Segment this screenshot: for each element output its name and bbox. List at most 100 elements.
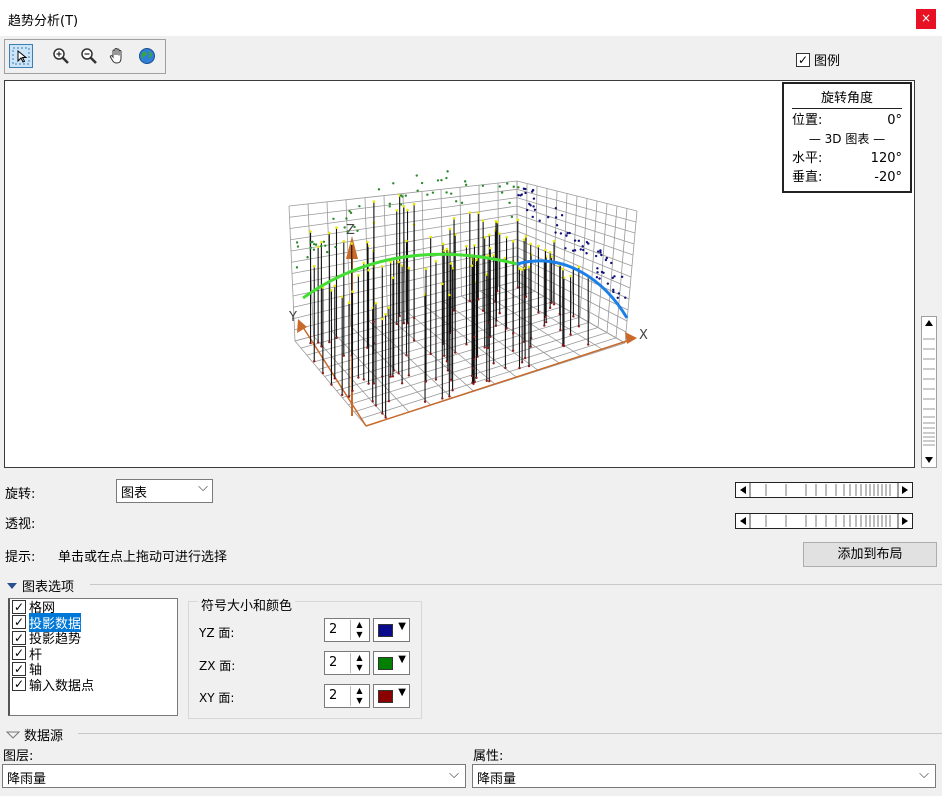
input-data-point bbox=[448, 293, 451, 297]
input-data-point bbox=[342, 240, 346, 243]
input-data-point bbox=[389, 260, 392, 264]
xz-projected-point bbox=[531, 188, 535, 192]
horizontal-rotation-scrollbar[interactable] bbox=[735, 482, 913, 498]
attribute-select[interactable]: 降雨量 ⌵ bbox=[472, 764, 936, 788]
zoom-in-button[interactable] bbox=[49, 44, 73, 68]
input-data-point bbox=[518, 267, 521, 270]
xy-projected-point bbox=[498, 311, 501, 315]
yz-color-picker[interactable]: ▼ bbox=[373, 618, 410, 642]
yz-projected-point bbox=[377, 188, 381, 191]
xy-projected-point bbox=[451, 389, 454, 392]
yz-projected-point bbox=[332, 217, 335, 221]
graph-options-list[interactable]: ✓ 格网 ✓ 投影数据 ✓ 投影趋势 ✓ 杆 ✓ 轴 ✓ 输入数据点 bbox=[8, 598, 178, 716]
input-data-point bbox=[381, 317, 384, 321]
zx-color-picker[interactable]: ▼ bbox=[373, 651, 410, 675]
xy-projected-point bbox=[524, 295, 528, 298]
vertical-rotation-scrollbar[interactable] bbox=[921, 316, 937, 468]
toolbar bbox=[4, 39, 166, 74]
zoom-out-button[interactable] bbox=[77, 44, 101, 68]
dropdown-arrow-icon: ▼ bbox=[398, 687, 406, 698]
data-source-header[interactable]: 数据源 bbox=[6, 725, 63, 744]
xz-projected-point bbox=[582, 248, 585, 252]
list-item[interactable]: ✓ 输入数据点 bbox=[10, 677, 177, 694]
select-tool-button[interactable] bbox=[9, 44, 33, 68]
xz-projected-point bbox=[532, 197, 536, 200]
xz-projected-point bbox=[613, 275, 616, 278]
yz-projected-point bbox=[436, 179, 440, 182]
legend-checkbox[interactable]: ✓ bbox=[796, 52, 810, 67]
graph-3d-separator: — 3D 图表 — bbox=[808, 132, 886, 146]
xz-projected-point bbox=[616, 296, 619, 300]
yz-projected-point bbox=[309, 246, 312, 250]
perspective-scrollbar[interactable] bbox=[735, 513, 913, 529]
spin-arrows-icon[interactable]: ▲ ▼ bbox=[350, 686, 368, 706]
yz-size-stepper[interactable]: 2 ▲ ▼ bbox=[324, 618, 370, 642]
yz-projected-point bbox=[334, 245, 337, 249]
xz-projected-point bbox=[617, 292, 621, 295]
yz-projected-point bbox=[454, 200, 458, 203]
input-data-point bbox=[488, 233, 491, 237]
layer-select[interactable]: 降雨量 ⌵ bbox=[2, 764, 466, 788]
y-axis-label: Y bbox=[288, 310, 297, 325]
input-data-point bbox=[367, 268, 370, 272]
xy-projected-point bbox=[397, 372, 400, 375]
yz-projected-point bbox=[399, 203, 403, 206]
xz-projected-point bbox=[585, 240, 589, 244]
full-extent-button[interactable] bbox=[135, 44, 159, 68]
wall-grid-line bbox=[516, 222, 633, 267]
graph-options-header[interactable]: 图表选项 bbox=[6, 576, 74, 595]
input-data-point bbox=[335, 226, 338, 229]
yz-projected-point bbox=[431, 191, 435, 194]
xy-projected-point bbox=[505, 327, 508, 330]
rotate-target-select[interactable]: 图表 ⌵ bbox=[116, 479, 213, 503]
xz-projected-point bbox=[600, 253, 603, 257]
input-data-point bbox=[380, 265, 384, 268]
xy-projected-point bbox=[548, 306, 552, 310]
input-data-point bbox=[473, 243, 476, 247]
yz-projected-point bbox=[345, 217, 348, 220]
xz-projected-point bbox=[610, 261, 613, 265]
xy-projected-point bbox=[572, 315, 575, 318]
input-data-point bbox=[320, 240, 323, 244]
yz-projected-point bbox=[440, 178, 443, 182]
input-data-point bbox=[362, 261, 366, 265]
spin-arrows-icon[interactable]: ▲ ▼ bbox=[350, 653, 368, 673]
xz-projected-point bbox=[533, 208, 537, 212]
close-button[interactable]: × bbox=[916, 9, 936, 29]
input-data-point bbox=[498, 232, 502, 235]
trend-3d-plot[interactable]: XYZ bbox=[5, 81, 914, 467]
xz-projected-point bbox=[525, 208, 529, 212]
yz-projected-point bbox=[295, 266, 299, 269]
xy-color-picker[interactable]: ▼ bbox=[373, 684, 410, 708]
xy-projected-point bbox=[328, 340, 331, 344]
trend-plot-canvas[interactable]: XYZ 旋转角度 位置: 0° — 3D 图表 — 水平: 120° 垂直: -… bbox=[4, 80, 915, 468]
input-data-point bbox=[312, 265, 316, 268]
input-data-point bbox=[384, 312, 387, 316]
xy-projected-point bbox=[543, 324, 546, 327]
pan-button[interactable] bbox=[105, 44, 129, 68]
legend-toggle[interactable]: ✓ 图例 bbox=[796, 50, 840, 69]
position-label: 位置: bbox=[792, 113, 823, 128]
xy-projected-point bbox=[577, 325, 581, 328]
yz-projected-point bbox=[498, 185, 502, 188]
spin-arrows-icon[interactable]: ▲ ▼ bbox=[350, 620, 368, 640]
xy-projected-point bbox=[424, 380, 428, 383]
attribute-label: 属性: bbox=[473, 749, 504, 764]
xz-projected-point bbox=[573, 249, 577, 252]
xz-projected-point bbox=[585, 251, 588, 255]
yz-projected-point bbox=[295, 241, 299, 244]
input-data-point bbox=[520, 268, 524, 271]
xz-projected-point bbox=[554, 216, 558, 219]
xy-projected-point bbox=[316, 341, 320, 344]
input-data-point bbox=[465, 244, 468, 248]
zx-size-stepper[interactable]: 2 ▲ ▼ bbox=[324, 651, 370, 675]
input-data-point bbox=[494, 219, 498, 223]
yz-projected-point bbox=[343, 226, 346, 229]
xz-projected-point bbox=[559, 232, 563, 235]
input-data-point bbox=[400, 264, 404, 267]
select-arrow-icon bbox=[12, 47, 30, 65]
add-to-layout-button[interactable]: 添加到布局 bbox=[803, 542, 937, 567]
xy-size-stepper[interactable]: 2 ▲ ▼ bbox=[324, 684, 370, 708]
yz-projected-point bbox=[446, 170, 449, 173]
xy-projected-point bbox=[552, 303, 556, 306]
